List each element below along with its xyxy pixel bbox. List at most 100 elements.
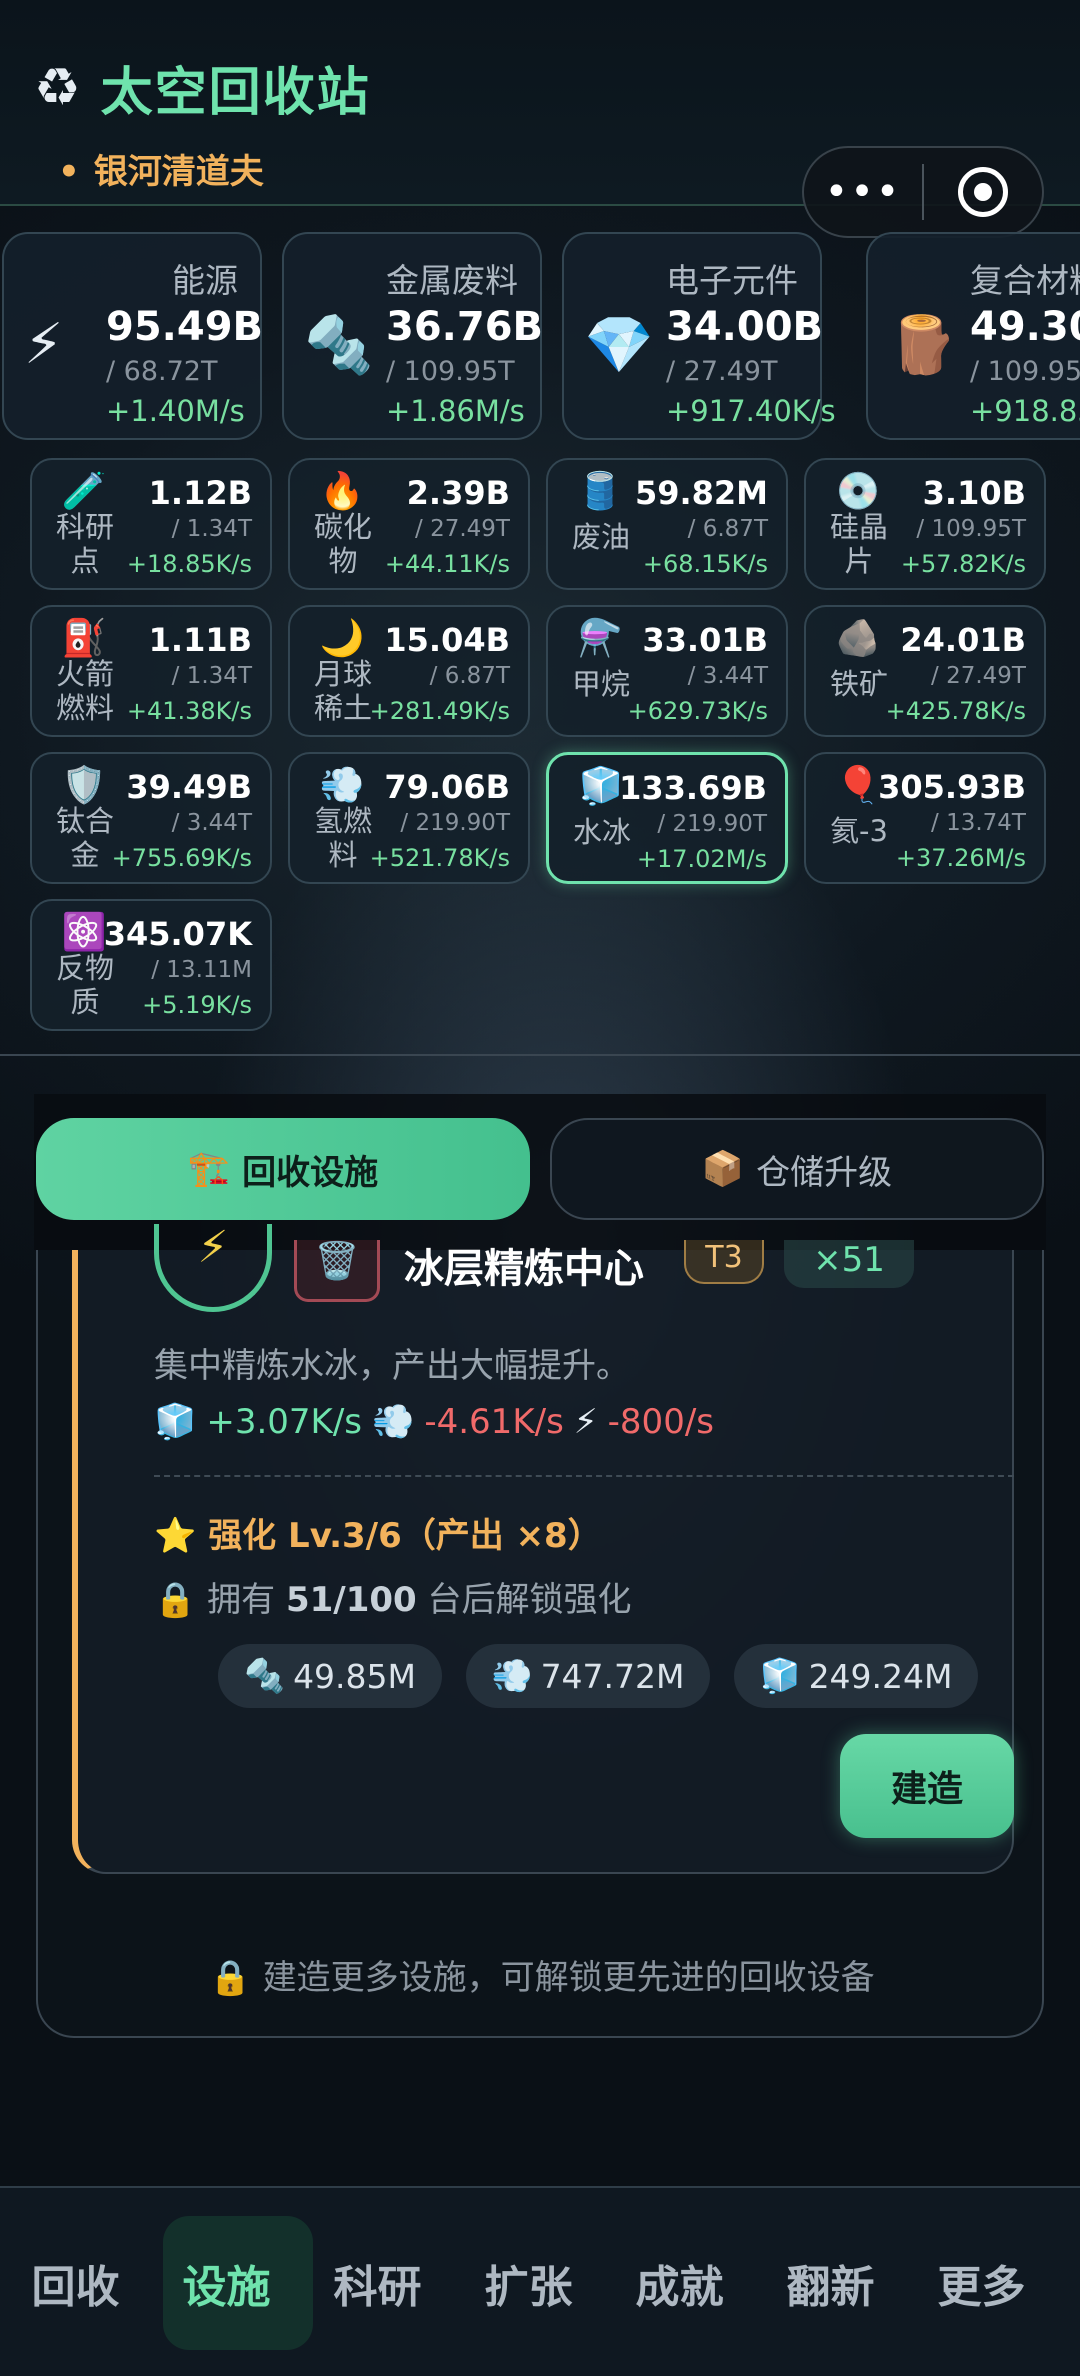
resource-value: 133.69B (619, 769, 767, 807)
wind-puff-icon: 💨 (491, 1656, 533, 1695)
resource-card-composite[interactable]: 复合材料 🪵 49.30B / 109.95T +918.83K/s (866, 232, 1080, 440)
resource-rate: +44.11K/s (384, 550, 510, 578)
energy-badge: ⚡ (154, 1222, 272, 1312)
title-row: ♻ 太空回收站 (34, 50, 371, 125)
resource-tile-rocket-fuel[interactable]: ⛽ 火箭燃料 1.11B / 1.34T +41.38K/s (30, 605, 272, 737)
ice-cube-icon: 🧊 (154, 1402, 197, 1442)
nav-more[interactable]: 更多 (906, 2188, 1057, 2376)
upgrade-level: ⭐ 强化 Lv.3/6（产出 ×8） (154, 1508, 602, 1557)
resource-name: 能源 (172, 261, 238, 300)
resource-tile-methane[interactable]: ⚗️ 甲烷 33.01B / 3.44T +629.73K/s (546, 605, 788, 737)
resource-tile-waste-oil[interactable]: 🛢️ 废油 59.82M / 6.87T +68.15K/s (546, 458, 788, 590)
trash-bin-icon: 🗑️ (294, 1240, 380, 1302)
moon-icon: 🌙 (319, 618, 365, 659)
record-icon (957, 167, 1008, 217)
facility-card: ⚡ 🗑️ 冰层精炼中心 T3 ×51 集中精炼水冰，产出大幅提升。 🧊 +3.0… (72, 1222, 1014, 1874)
facility-description: 集中精炼水冰，产出大幅提升。 (154, 1346, 630, 1386)
resource-cap: / 27.49T (415, 516, 510, 542)
crane-icon: 🏗️ (187, 1149, 231, 1189)
facility-list-panel: ⚡ 🗑️ 冰层精炼中心 T3 ×51 集中精炼水冰，产出大幅提升。 🧊 +3.0… (36, 1222, 1044, 2038)
tab-recycling-facilities[interactable]: 🏗️ 回收设施 (36, 1118, 530, 1220)
resource-name: 金属废料 (386, 261, 518, 300)
resource-name: 反物质 (55, 951, 114, 1019)
build-button[interactable]: 建造 (840, 1734, 1014, 1838)
resource-tile-helium-3[interactable]: 🎈 氦-3 305.93B / 13.74T +37.26M/s (804, 752, 1046, 884)
resource-rate: +918.83K/s (970, 394, 1080, 428)
main-resources-row[interactable]: 能源 ⚡ 95.49B / 68.72T +1.40M/s 金属废料 🔩 36.… (0, 232, 1080, 442)
resource-rate: +521.78K/s (369, 844, 510, 872)
resource-tile-hydrogen-fuel[interactable]: 💨 氢燃料 79.06B / 219.90T +521.78K/s (288, 752, 530, 884)
lock-icon: 🔒 (209, 1958, 252, 1998)
resource-cap: / 68.72T (106, 356, 218, 387)
flask-icon: 🧪 (61, 471, 107, 512)
nav-label: 翻新 (786, 2262, 875, 2313)
lightning-icon: ⚡ (197, 1222, 229, 1273)
resource-tile-research[interactable]: 🧪 科研点 1.12B / 1.34T +18.85K/s (30, 458, 272, 590)
tier-badge: T3 (684, 1240, 764, 1284)
nav-expansion[interactable]: 扩张 (453, 2188, 604, 2376)
ice-rate: +3.07K/s (206, 1402, 362, 1442)
resource-rate: +281.49K/s (369, 697, 510, 725)
resource-rate: +917.40K/s (666, 394, 836, 428)
resource-tile-water-ice[interactable]: 🧊 水冰 133.69B / 219.90T +17.02M/s (546, 752, 788, 884)
resource-card-scrap-metal[interactable]: 金属废料 🔩 36.76B / 109.95T +1.86M/s (282, 232, 543, 440)
resource-tile-antimatter[interactable]: ⚛️ 反物质 345.07K / 13.11M +5.19K/s (30, 899, 272, 1031)
bottom-navigation: 回收 设施 科研 扩张 成就 翻新 更多 (0, 2186, 1080, 2376)
more-options-button[interactable]: ••• (804, 169, 922, 215)
resource-name: 硅晶片 (829, 510, 888, 578)
resource-card-electronics[interactable]: 电子元件 💎 34.00B / 27.49T +917.40K/s (562, 232, 836, 440)
resource-tile-titanium-alloy[interactable]: 🛡️ 钛合金 39.49B / 3.44T +755.69K/s (30, 752, 272, 884)
rock-icon: 🪨 (835, 618, 881, 659)
package-icon: 📦 (701, 1149, 745, 1189)
cost-water-ice: 🧊 249.24M (734, 1644, 978, 1708)
nav-label: 设施 (182, 2262, 271, 2313)
production-rates: 🧊 +3.07K/s 💨 -4.61K/s ⚡ -800/s (154, 1402, 714, 1442)
star-icon: ⭐ (154, 1516, 197, 1556)
alembic-icon: ⚗️ (577, 618, 623, 659)
close-miniapp-button[interactable] (924, 167, 1042, 217)
resource-name: 科研点 (55, 510, 114, 578)
resource-name: 复合材料 (970, 261, 1080, 300)
nav-label: 回收 (31, 2262, 120, 2313)
resource-tile-carbide[interactable]: 🔥 碳化物 2.39B / 27.49T +44.11K/s (288, 458, 530, 590)
resource-cap: / 13.74T (931, 810, 1026, 836)
nav-recycle[interactable]: 回收 (0, 2188, 151, 2376)
resource-cap: / 109.95T (386, 356, 515, 387)
tab-storage-upgrade[interactable]: 📦 仓储升级 (550, 1118, 1044, 1220)
tab-label: 仓储升级 (756, 1152, 893, 1193)
nav-label: 更多 (937, 2262, 1026, 2313)
cost-hydrogen-fuel: 💨 747.72M (466, 1644, 710, 1708)
nav-research[interactable]: 科研 (302, 2188, 453, 2376)
facility-name: 冰层精炼中心 (404, 1246, 644, 1292)
tab-label: 回收设施 (242, 1152, 379, 1193)
resource-tile-iron-ore[interactable]: 🪨 铁矿 24.01B / 27.49T +425.78K/s (804, 605, 1046, 737)
nav-renovate[interactable]: 翻新 (755, 2188, 906, 2376)
cost-value: 747.72M (540, 1656, 685, 1696)
resource-tile-silicon-wafer[interactable]: 💿 硅晶片 3.10B / 109.95T +57.82K/s (804, 458, 1046, 590)
bolt-icon: 🔩 (304, 313, 374, 378)
lock-suffix: 台后解锁强化 (427, 1580, 632, 1620)
resource-cap: / 3.44T (687, 663, 768, 689)
energy-rate: -800/s (607, 1402, 714, 1442)
nav-facilities[interactable]: 设施 (151, 2188, 313, 2376)
resource-cap: / 219.90T (657, 811, 767, 837)
resource-card-energy[interactable]: 能源 ⚡ 95.49B / 68.72T +1.40M/s (2, 232, 263, 440)
ice-cube-icon: 🧊 (759, 1656, 801, 1695)
page-subtitle: 银河清道夫 (58, 144, 264, 193)
resource-value: 1.11B (148, 621, 252, 659)
resource-cap: / 6.87T (429, 663, 510, 689)
resource-cap: / 1.34T (171, 516, 252, 542)
resource-cap: / 109.95T (916, 516, 1026, 542)
resource-value: 49.30B (970, 304, 1080, 350)
resource-cap: / 6.87T (687, 516, 768, 542)
unlock-hint-text: 建造更多设施，可解锁更先进的回收设备 (262, 1958, 875, 1998)
cost-scrap-metal: 🔩 49.85M (218, 1644, 442, 1708)
resource-tile-lunar-rare-earth[interactable]: 🌙 月球稀土 15.04B / 6.87T +281.49K/s (288, 605, 530, 737)
resource-value: 24.01B (900, 621, 1026, 659)
lock-count: 51/100 (285, 1580, 417, 1620)
resource-rate: +1.86M/s (386, 394, 525, 428)
nav-achievements[interactable]: 成就 (604, 2188, 755, 2376)
section-divider (0, 1054, 1080, 1056)
resource-name: 碳化物 (313, 510, 372, 578)
nav-label: 科研 (333, 2262, 422, 2313)
